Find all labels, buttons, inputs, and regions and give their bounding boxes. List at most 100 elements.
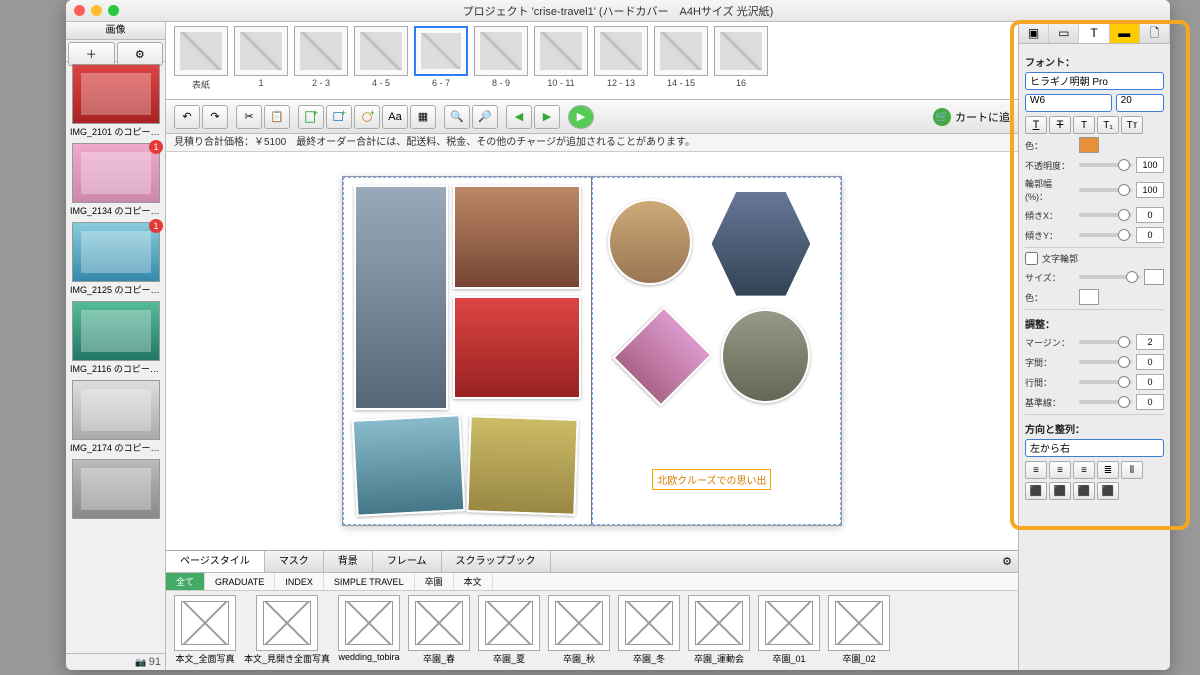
image-thumb[interactable]: IMG_2101 のコピー-J...: [68, 64, 163, 139]
page-thumb[interactable]: 1: [234, 26, 288, 95]
filter-button[interactable]: GRADUATE: [205, 573, 275, 590]
font-select[interactable]: ヒラギノ明朝 Pro: [1025, 72, 1164, 90]
redo-button[interactable]: ↷: [202, 105, 228, 129]
image-thumb[interactable]: IMG_2134 のコピー-J...1: [68, 143, 163, 218]
plain-button[interactable]: T: [1073, 116, 1095, 134]
right-page[interactable]: 北欧クルーズでの思い出: [592, 177, 841, 525]
page-thumb[interactable]: 16: [714, 26, 768, 95]
page-thumb[interactable]: 表紙: [174, 26, 228, 95]
text-box[interactable]: 北欧クルーズでの思い出: [652, 469, 771, 490]
minimize-icon[interactable]: [91, 5, 102, 16]
filter-button[interactable]: 全て: [166, 573, 205, 590]
outline-size-slider[interactable]: [1079, 275, 1140, 279]
page-thumb[interactable]: 2 - 3: [294, 26, 348, 95]
align-justify-button[interactable]: ≣: [1097, 461, 1119, 479]
play-button[interactable]: ▶: [568, 105, 594, 129]
close-icon[interactable]: [74, 5, 85, 16]
page-thumb[interactable]: 8 - 9: [474, 26, 528, 95]
filter-button[interactable]: 本文: [454, 573, 493, 590]
filter-button[interactable]: SIMPLE TRAVEL: [324, 573, 415, 590]
linespace-slider[interactable]: [1079, 380, 1132, 384]
template-thumb[interactable]: 卒園_冬: [618, 595, 680, 666]
add-frame-button[interactable]: ▦: [410, 105, 436, 129]
skewy-slider[interactable]: [1079, 233, 1132, 237]
bottom-tab[interactable]: フレーム: [373, 551, 442, 572]
page-thumb[interactable]: 12 - 13: [594, 26, 648, 95]
add-shape-button[interactable]: +: [354, 105, 380, 129]
page-spread[interactable]: 北欧クルーズでの思い出: [342, 176, 842, 526]
template-thumb[interactable]: 卒園_運動会: [688, 595, 750, 666]
page-thumb[interactable]: 14 - 15: [654, 26, 708, 95]
scale-value[interactable]: 100: [1136, 182, 1164, 198]
valign-dist-button[interactable]: ⬛: [1097, 482, 1119, 500]
align-center-button[interactable]: ≡: [1049, 461, 1071, 479]
page-thumb[interactable]: 6 - 7: [414, 26, 468, 95]
template-row[interactable]: 本文_全面写真本文_見開き全面写真wedding_tobira卒園_春卒園_夏卒…: [166, 591, 1018, 670]
add-image-button[interactable]: +: [326, 105, 352, 129]
text-color-swatch[interactable]: [1079, 137, 1099, 153]
template-thumb[interactable]: 本文_見開き全面写真: [244, 595, 330, 666]
image-list[interactable]: IMG_2101 のコピー-J...IMG_2134 のコピー-J...1IMG…: [66, 62, 165, 653]
prev-page-button[interactable]: ◀: [506, 105, 532, 129]
add-text-button[interactable]: Aa: [382, 105, 408, 129]
page-thumb[interactable]: 10 - 11: [534, 26, 588, 95]
scale-slider[interactable]: [1079, 188, 1132, 192]
underline-button[interactable]: T: [1025, 116, 1047, 134]
margin-slider[interactable]: [1079, 340, 1132, 344]
insp-tab-layout[interactable]: ▣: [1019, 22, 1049, 43]
template-thumb[interactable]: 本文_全面写真: [174, 595, 236, 666]
bottom-tab[interactable]: 背景: [324, 551, 373, 572]
page-strip[interactable]: 表紙12 - 34 - 56 - 78 - 910 - 1112 - 1314 …: [166, 22, 1018, 100]
valign-top-button[interactable]: ⬛: [1025, 482, 1047, 500]
direction-select[interactable]: 左から右: [1025, 439, 1164, 457]
bottom-tab[interactable]: ページスタイル: [166, 551, 265, 572]
template-thumb[interactable]: 卒園_夏: [478, 595, 540, 666]
insp-tab-color[interactable]: ▬: [1110, 22, 1140, 43]
skewx-slider[interactable]: [1079, 213, 1132, 217]
superscript-button[interactable]: Tᴛ: [1121, 116, 1143, 134]
strike-button[interactable]: T: [1049, 116, 1071, 134]
align-dist-button[interactable]: ⦀: [1121, 461, 1143, 479]
outline-size-swatch[interactable]: [1144, 269, 1164, 285]
gear-icon[interactable]: ⚙: [996, 551, 1018, 572]
cut-button[interactable]: ✂: [236, 105, 262, 129]
zoom-in-button[interactable]: 🔎: [472, 105, 498, 129]
valign-mid-button[interactable]: ⬛: [1049, 482, 1071, 500]
size-select[interactable]: 20: [1116, 94, 1164, 112]
image-thumb[interactable]: IMG_2116 のコピー-J...: [68, 301, 163, 376]
zoom-icon[interactable]: [108, 5, 119, 16]
template-thumb[interactable]: 卒園_秋: [548, 595, 610, 666]
template-thumb[interactable]: 卒園_02: [828, 595, 890, 666]
align-left-button[interactable]: ≡: [1025, 461, 1047, 479]
insp-tab-frame[interactable]: ▭: [1049, 22, 1079, 43]
weight-select[interactable]: W6: [1025, 94, 1112, 112]
add-to-cart[interactable]: 🛒 カートに追: [933, 108, 1010, 126]
page-thumb[interactable]: 4 - 5: [354, 26, 408, 95]
valign-bot-button[interactable]: ⬛: [1073, 482, 1095, 500]
image-thumb[interactable]: IMG_2174 のコピー-J...: [68, 380, 163, 455]
template-thumb[interactable]: 卒園_01: [758, 595, 820, 666]
opacity-value[interactable]: 100: [1136, 157, 1164, 173]
add-page-button[interactable]: +: [298, 105, 324, 129]
image-thumb[interactable]: IMG_2125 のコピー-J...1: [68, 222, 163, 297]
copy-button[interactable]: 📋: [264, 105, 290, 129]
outline-checkbox[interactable]: [1025, 252, 1038, 265]
bottom-tab[interactable]: スクラップブック: [442, 551, 551, 572]
charspace-slider[interactable]: [1079, 360, 1132, 364]
insp-tab-page[interactable]: 🗋: [1140, 22, 1170, 43]
undo-button[interactable]: ↶: [174, 105, 200, 129]
zoom-out-button[interactable]: 🔍: [444, 105, 470, 129]
opacity-slider[interactable]: [1079, 163, 1132, 167]
outline-color-swatch[interactable]: [1079, 289, 1099, 305]
insp-tab-text[interactable]: T: [1079, 22, 1109, 43]
template-thumb[interactable]: 卒園_春: [408, 595, 470, 666]
next-page-button[interactable]: ▶: [534, 105, 560, 129]
image-thumb[interactable]: [68, 459, 163, 521]
canvas[interactable]: 北欧クルーズでの思い出: [166, 152, 1018, 550]
filter-button[interactable]: INDEX: [275, 573, 324, 590]
bottom-tab[interactable]: マスク: [265, 551, 324, 572]
left-page[interactable]: [343, 177, 592, 525]
filter-button[interactable]: 卒園: [415, 573, 454, 590]
template-thumb[interactable]: wedding_tobira: [338, 595, 400, 666]
subscript-button[interactable]: T₁: [1097, 116, 1119, 134]
